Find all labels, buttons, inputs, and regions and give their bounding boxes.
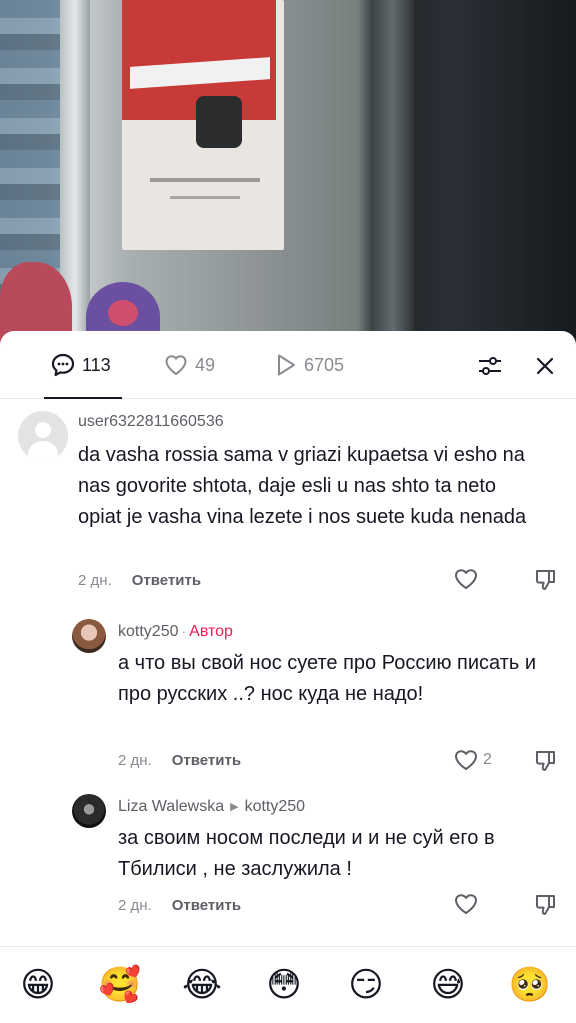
emoji-flushed-button[interactable]: 😳 [262,963,306,1007]
comment-text: за своим носом последи и и не суй его в … [118,827,495,880]
comment-username[interactable]: kotty250 [118,623,178,640]
emoji-quick-bar: 😁 🥰 😂 😳 😏 😅 🥺 [0,963,576,1007]
comment-username-row: Liza Walewska ▶ kotty250 [118,798,305,816]
like-button[interactable] [453,567,479,591]
play-icon [278,354,295,376]
like-button[interactable]: 2 [453,748,492,772]
reply-to-username[interactable]: kotty250 [245,798,305,815]
comments-count: 113 [82,354,111,375]
thumbs-down-icon [535,751,555,771]
reply-item: Liza Walewska ▶ kotty250 за своим носом по… [0,794,576,924]
emoji-pleading-button[interactable]: 🥺 [508,963,552,1007]
video-background[interactable] [0,0,576,345]
heart-icon [455,894,477,914]
comment-icon [51,353,75,377]
dislike-button[interactable] [533,892,559,923]
like-count: 2 [483,751,492,768]
tab-comments[interactable]: 113 [50,351,111,379]
reply-button[interactable]: Ответить [172,897,241,914]
views-count: 6705 [304,354,345,375]
dislike-button[interactable] [533,748,559,779]
emoji-sweat-smile-button[interactable]: 😅 [426,963,470,1007]
emoji-smirk-button[interactable]: 😏 [344,963,388,1007]
comment-time: 2 дн. [78,572,112,589]
comment-text: а что вы свой нос суете про Россию писат… [118,652,537,705]
avatar[interactable] [72,619,106,653]
stats-bar: 113 49 6705 [0,331,576,399]
tab-views[interactable]: 6705 [274,351,344,379]
video-device [196,96,242,148]
comment-username[interactable]: user6322811660536 [78,413,224,431]
comments-sheet: 113 49 6705 user6322811660536 da vasha r… [0,331,576,1023]
avatar[interactable] [18,411,68,461]
comment-username-row: kotty250 · Автор [118,623,233,641]
heart-icon [165,355,187,375]
avatar[interactable] [72,794,106,828]
video-pillar [372,0,414,345]
comment-username[interactable]: Liza Walewska [118,798,224,815]
comment-time: 2 дн. [118,897,152,914]
video-poster-text [150,178,260,182]
emoji-joy-button[interactable]: 😂 [180,963,224,1007]
emoji-grin-button[interactable]: 😁 [16,963,60,1007]
thumbs-down-icon [535,570,555,590]
reply-item: kotty250 · Автор а что вы свой нос суете п… [0,619,576,779]
likes-count: 49 [195,354,216,375]
reply-button[interactable]: Ответить [172,752,241,769]
comment-meta: 2 дн. Ответить [78,572,201,589]
comment-meta: 2 дн. Ответить [118,897,241,914]
video-poster-text [170,196,240,199]
author-badge: Автор [189,623,233,640]
comment-item: user6322811660536 da vasha rossia sama v… [0,401,576,601]
heart-icon [455,569,477,589]
dislike-button[interactable] [533,567,559,598]
tab-likes[interactable]: 49 [163,351,215,379]
filter-button[interactable] [476,352,504,380]
comment-meta: 2 дн. Ответить [118,752,241,769]
like-button[interactable] [453,892,479,916]
comment-text: da vasha rossia sama v griazi kupaetsa v… [78,444,527,528]
divider [0,946,576,947]
sliders-icon [479,357,501,375]
active-tab-indicator [44,397,122,399]
heart-icon [455,750,477,770]
video-flowers [108,300,138,326]
comment-time: 2 дн. [118,752,152,769]
close-button[interactable] [531,352,559,380]
reply-button[interactable]: Ответить [132,572,201,589]
reply-to-arrow-icon: ▶ [230,801,239,813]
emoji-hearts-button[interactable]: 🥰 [98,963,142,1007]
dot-separator: · [181,623,187,639]
close-icon [536,357,554,375]
thumbs-down-icon [535,895,555,915]
